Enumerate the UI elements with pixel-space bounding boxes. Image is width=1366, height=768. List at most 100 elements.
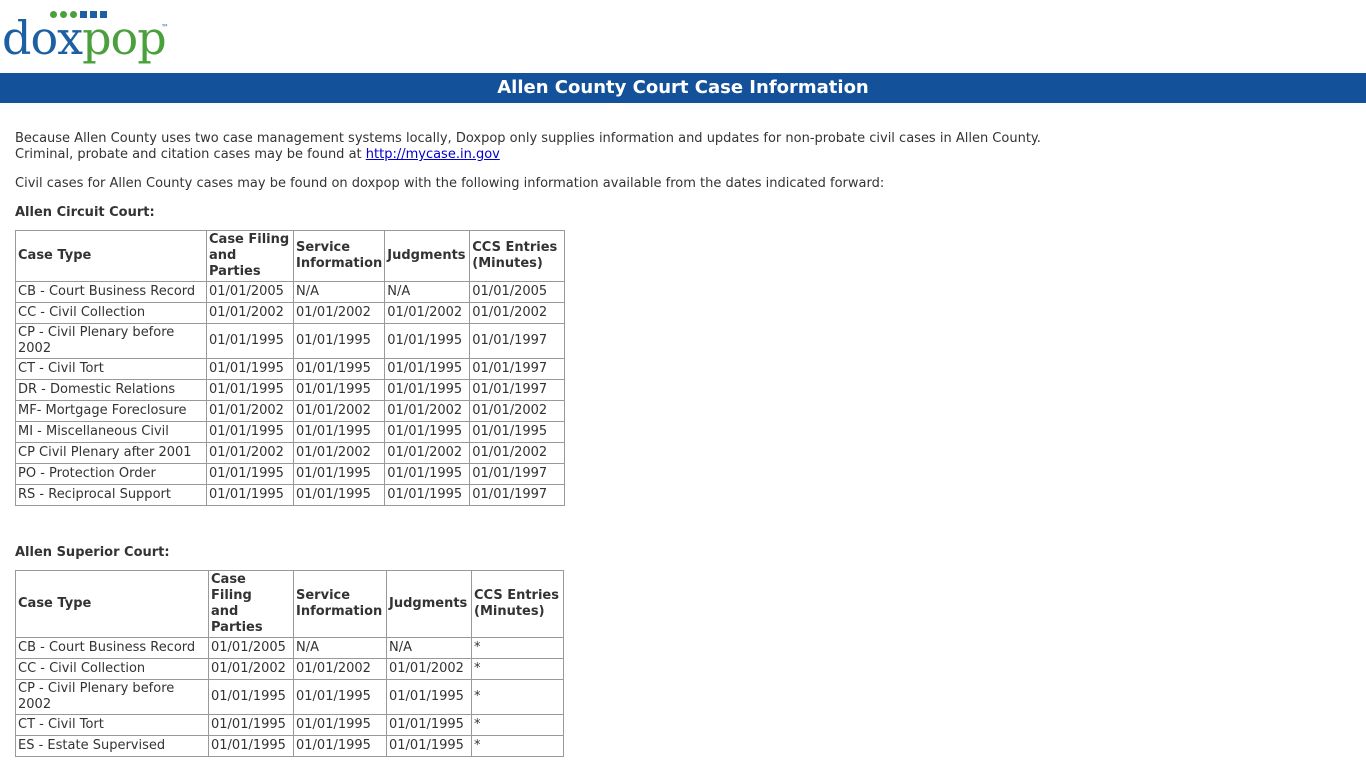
cell-case-filing: 01/01/2002 [208,658,294,680]
doxpop-logo[interactable]: doxpop ™ [2,8,172,68]
table-row: CP - Civil Plenary before 2002 01/01/1995… [15,679,564,715]
cell-service: 01/01/1995 [292,358,386,380]
cell-ccs-entries: * [471,679,564,715]
table-row: CT - Civil Tort 01/01/1995 01/01/1995 01/01… [15,358,565,380]
mycase-link[interactable]: http://mycase.in.gov [366,147,500,162]
cell-case-type: CC - Civil Collection [15,658,209,680]
cell-judgments: 01/01/2002 [384,400,471,422]
cell-service: N/A [293,637,387,659]
table-row: CP - Civil Plenary before 2002 01/01/1995… [15,323,565,359]
intro-paragraph: Because Allen County uses two case manag… [15,131,1366,163]
logo-wordmark: doxpop [2,8,167,68]
cell-case-filing: 01/01/2002 [206,302,294,324]
cell-judgments: 01/01/2002 [384,302,471,324]
table-row: CC - Civil Collection 01/01/2002 01/01/200… [15,658,564,680]
table-row: DR - Domestic Relations 01/01/1995 01/01/1… [15,379,565,401]
cell-ccs-entries: 01/01/1997 [469,323,565,359]
cell-ccs-entries: 01/01/1997 [469,484,565,506]
cell-judgments: 01/01/1995 [384,323,471,359]
col-service: Service Information [293,570,387,638]
col-service: Service Information [292,230,386,282]
table-row: CP Civil Plenary after 2001 01/01/2002 01/… [15,442,565,464]
cell-ccs-entries: 01/01/1997 [469,463,565,485]
table-header-row: Case Type Case Filing and Parties Service I… [15,570,564,638]
table-header-row: Case Type Case Filing and Parties Service I… [15,230,565,282]
circuit-court-title: Allen Circuit Court: [15,205,155,220]
col-judgments: Judgments [384,230,471,282]
cell-ccs-entries: * [471,658,564,680]
cell-service: 01/01/1995 [293,679,387,715]
cell-ccs-entries: 01/01/2002 [469,302,565,324]
cell-service: N/A [292,281,386,303]
superior-court-title: Allen Superior Court: [15,545,170,560]
table-row: RS - Reciprocal Support 01/01/1995 01/01/1… [15,484,565,506]
cell-case-filing: 01/01/2002 [206,400,294,422]
table-row: CB - Court Business Record 01/01/2005 N/A N… [15,281,565,303]
cell-case-filing: 01/01/2002 [206,442,294,464]
cell-ccs-entries: * [471,735,564,757]
cell-ccs-entries: 01/01/2002 [469,442,565,464]
cell-service: 01/01/1995 [292,484,386,506]
cell-judgments: N/A [384,281,471,303]
cell-case-type: ES - Estate Supervised [15,735,209,757]
cell-service: 01/01/1995 [292,421,386,443]
cell-case-type: PO - Protection Order [15,463,207,485]
cell-judgments: 01/01/1995 [384,379,471,401]
cell-judgments: 01/01/1995 [386,679,472,715]
cell-ccs-entries: 01/01/2002 [469,400,565,422]
col-case-type: Case Type [15,570,209,638]
page-title: Allen County Court Case Information [0,73,1366,103]
table-row: PO - Protection Order 01/01/1995 01/01/199… [15,463,565,485]
cell-case-type: RS - Reciprocal Support [15,484,207,506]
col-ccs-entries: CCS Entries (Minutes) [469,230,565,282]
cell-case-filing: 01/01/1995 [208,679,294,715]
cell-ccs-entries: 01/01/2005 [469,281,565,303]
table-row: MF- Mortgage Foreclosure 01/01/2002 01/01/… [15,400,565,422]
col-case-filing: Case Filing and Parties [208,570,294,638]
cell-judgments: 01/01/1995 [384,463,471,485]
cell-case-filing: 01/01/1995 [206,463,294,485]
cell-case-filing: 01/01/1995 [206,421,294,443]
cell-case-type: CB - Court Business Record [15,637,209,659]
cell-judgments: 01/01/1995 [384,421,471,443]
cell-judgments: 01/01/2002 [384,442,471,464]
col-judgments: Judgments [386,570,472,638]
cell-case-type: CB - Court Business Record [15,281,207,303]
intro-line1: Because Allen County uses two case manag… [15,131,1041,146]
superior-table-body: CB - Court Business Record 01/01/2005 N/A N… [15,637,564,757]
cell-case-filing: 01/01/1995 [208,714,294,736]
cell-ccs-entries: * [471,637,564,659]
cell-case-type: MF- Mortgage Foreclosure [15,400,207,422]
cell-service: 01/01/2002 [292,302,386,324]
cell-case-type: CP Civil Plenary after 2001 [15,442,207,464]
cell-case-filing: 01/01/1995 [208,735,294,757]
intro-civil-cases: Civil cases for Allen County cases may b… [15,176,885,191]
cell-service: 01/01/1995 [292,379,386,401]
cell-service: 01/01/2002 [293,658,387,680]
table-row: MI - Miscellaneous Civil 01/01/1995 01/01/… [15,421,565,443]
cell-case-type: CT - Civil Tort [15,358,207,380]
cell-ccs-entries: * [471,714,564,736]
cell-case-type: MI - Miscellaneous Civil [15,421,207,443]
cell-case-filing: 01/01/2005 [206,281,294,303]
cell-case-type: CP - Civil Plenary before 2002 [15,323,207,359]
cell-case-type: CP - Civil Plenary before 2002 [15,679,209,715]
cell-case-filing: 01/01/2005 [208,637,294,659]
cell-judgments: 01/01/2002 [386,658,472,680]
cell-ccs-entries: 01/01/1997 [469,358,565,380]
cell-ccs-entries: 01/01/1995 [469,421,565,443]
circuit-court-table: Case Type Case Filing and Parties Service I… [15,230,565,506]
cell-service: 01/01/1995 [293,735,387,757]
col-case-filing: Case Filing and Parties [206,230,294,282]
cell-service: 01/01/1995 [292,463,386,485]
logo-trademark: ™ [161,23,169,32]
header: doxpop ™ [0,0,1366,73]
cell-case-type: DR - Domestic Relations [15,379,207,401]
intro-line2: Criminal, probate and citation cases may… [15,147,366,162]
cell-judgments: 01/01/1995 [384,358,471,380]
cell-service: 01/01/1995 [293,714,387,736]
cell-case-filing: 01/01/1995 [206,379,294,401]
cell-ccs-entries: 01/01/1997 [469,379,565,401]
table-row: ES - Estate Supervised 01/01/1995 01/01/19… [15,735,564,757]
cell-case-filing: 01/01/1995 [206,358,294,380]
